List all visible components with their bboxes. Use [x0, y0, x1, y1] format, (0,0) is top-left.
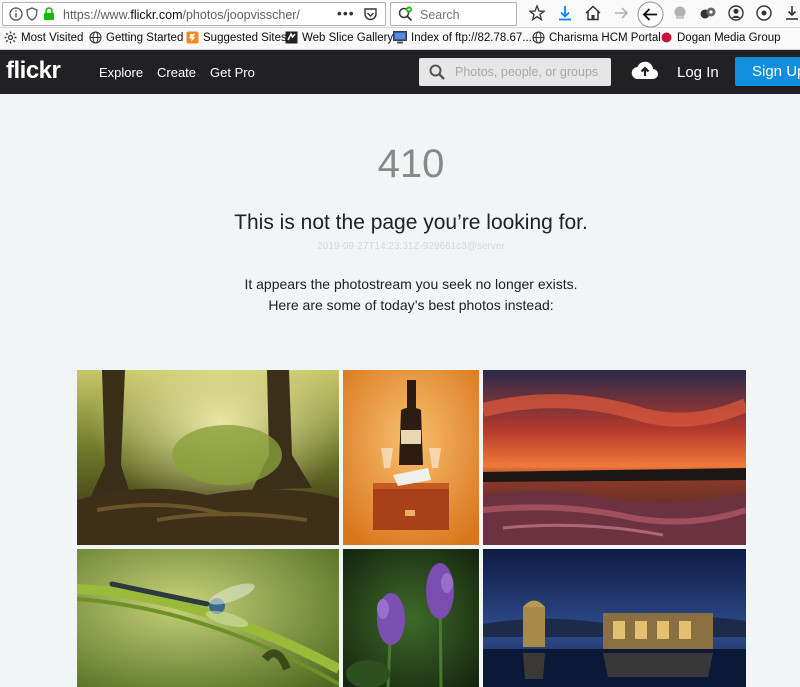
- tracking-shield-icon[interactable]: [26, 7, 38, 21]
- signup-button[interactable]: Sign Up: [735, 57, 800, 86]
- bookmark-label: Dogan Media Group: [677, 31, 781, 44]
- bookmark-label: Web Slice Gallery: [302, 31, 394, 44]
- home-icon[interactable]: [584, 4, 602, 22]
- bookmark-label: Index of ftp://82.78.67....: [411, 31, 536, 44]
- url-domain: flickr.com: [130, 8, 183, 22]
- search-icon: [398, 6, 413, 22]
- photo-night-ruins[interactable]: [483, 549, 746, 687]
- flickr-search-input[interactable]: Photos, people, or groups: [419, 58, 611, 86]
- red-dot-icon: [661, 32, 672, 43]
- url-prefix: https://www.: [63, 8, 131, 22]
- nav-create[interactable]: Create: [157, 65, 196, 80]
- bookmark-charisma-hcm[interactable]: Charisma HCM Portal: [532, 31, 661, 44]
- suggested-sites-icon: [186, 31, 199, 44]
- back-arrow-icon[interactable]: [637, 1, 664, 28]
- photo-bottle-still-life[interactable]: [343, 370, 479, 545]
- error-message: It appears the photostream you seek no l…: [0, 274, 800, 316]
- error-code: 410: [377, 142, 445, 186]
- search-icon: [429, 64, 445, 80]
- browser-search-bar[interactable]: Search: [390, 2, 517, 26]
- addon-ghost-icon[interactable]: [671, 4, 689, 22]
- download-icon[interactable]: [556, 4, 574, 22]
- url-bar[interactable]: https://www.flickr.com/photos/joopvissch…: [2, 2, 386, 26]
- page-actions-button[interactable]: •••: [337, 5, 355, 21]
- bookmark-star-icon[interactable]: [528, 4, 546, 22]
- flickr-logo[interactable]: flickr: [6, 57, 61, 85]
- upload-cloud-icon[interactable]: [631, 59, 659, 81]
- bookmark-suggested-sites[interactable]: Suggested Sites: [186, 31, 287, 44]
- bookmark-getting-started[interactable]: Getting Started: [89, 31, 183, 44]
- bookmark-most-visited[interactable]: Most Visited: [4, 31, 83, 44]
- bookmark-label: Charisma HCM Portal: [549, 31, 661, 44]
- photo-forest-roots[interactable]: [77, 370, 339, 545]
- monitor-icon: [393, 31, 407, 44]
- library-download-icon[interactable]: [783, 4, 800, 22]
- browser-search-placeholder: Search: [420, 8, 460, 22]
- error-message-line2: Here are some of today’s best photos ins…: [268, 297, 554, 313]
- bookmark-dogan-media[interactable]: Dogan Media Group: [660, 31, 781, 44]
- globe-icon: [532, 31, 545, 44]
- photo-dragonfly[interactable]: [77, 549, 339, 687]
- gear-icon: [4, 31, 17, 44]
- nav-get-pro[interactable]: Get Pro: [210, 65, 255, 80]
- web-slice-icon: [285, 31, 298, 44]
- login-link[interactable]: Log In: [677, 64, 719, 81]
- account-icon[interactable]: [727, 4, 745, 22]
- bookmark-web-slice-gallery[interactable]: Web Slice Gallery: [285, 31, 393, 44]
- pocket-icon[interactable]: [363, 7, 378, 22]
- info-icon[interactable]: [9, 7, 23, 21]
- error-message-line1: It appears the photostream you seek no l…: [244, 276, 578, 292]
- nav-explore[interactable]: Explore: [99, 65, 143, 80]
- globe-icon: [89, 31, 102, 44]
- bookmarks-toolbar: Most Visited Getting Started Suggested S…: [0, 28, 800, 50]
- photo-lavender[interactable]: [343, 549, 479, 687]
- photo-red-sunset-river[interactable]: [483, 370, 746, 545]
- forward-arrow-icon[interactable]: [612, 4, 630, 22]
- url-path: /photos/joopvisscher/: [182, 8, 300, 22]
- bookmark-label: Getting Started: [106, 31, 184, 44]
- browser-toolbar: https://www.flickr.com/photos/joopvissch…: [0, 0, 800, 28]
- lock-icon[interactable]: [43, 7, 55, 21]
- url-text[interactable]: https://www.flickr.com/photos/joopvissch…: [63, 8, 300, 22]
- bookmark-label: Suggested Sites: [203, 31, 287, 44]
- bookmark-ftp-index[interactable]: Index of ftp://82.78.67....: [393, 31, 535, 44]
- error-headline: This is not the page you’re looking for.: [234, 211, 588, 234]
- error-timestamp: 2019-09-27T14:23:31Z-929661c3@server: [317, 241, 505, 252]
- sync-icon[interactable]: [755, 4, 773, 22]
- addon-extension-icon[interactable]: [699, 4, 717, 22]
- bookmark-label: Most Visited: [21, 31, 84, 44]
- flickr-search-placeholder: Photos, people, or groups: [455, 65, 599, 79]
